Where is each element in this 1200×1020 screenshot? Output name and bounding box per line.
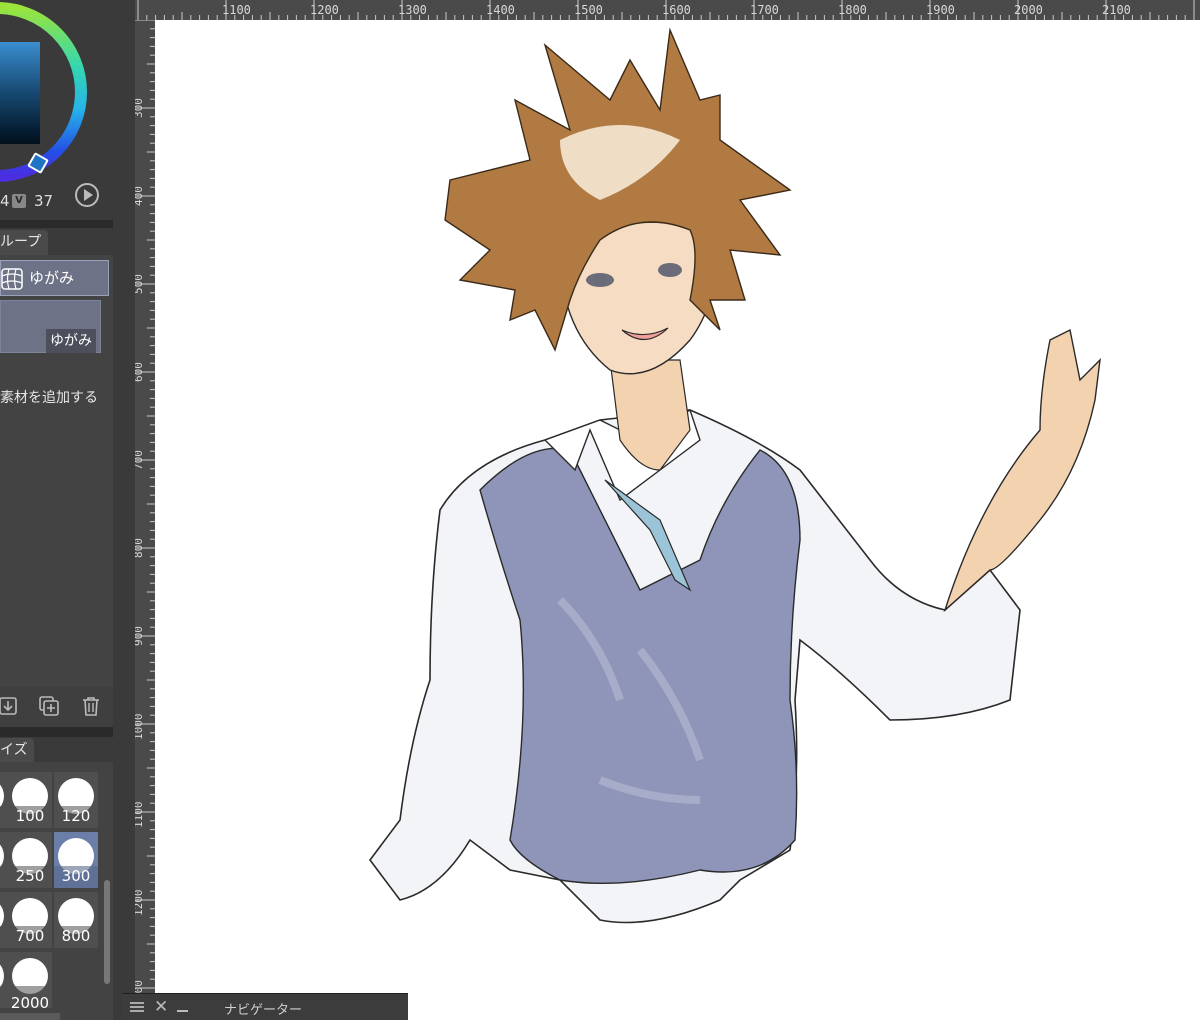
trash-icon[interactable] (80, 695, 102, 717)
brush-size-cell[interactable]: 700 (8, 892, 52, 948)
brush-panel-scrollbar[interactable] (104, 880, 110, 984)
ruler-label: 1800 (838, 3, 867, 17)
color-wheel-panel: 4 V 37 (0, 0, 113, 220)
brush-size-cell[interactable] (0, 892, 8, 948)
brush-shade (0, 806, 8, 828)
tab-layer[interactable]: ループ (0, 230, 48, 255)
brush-size-cell[interactable] (0, 952, 8, 1008)
bottom-scroll-strip[interactable] (0, 1013, 60, 1020)
minimize-icon[interactable] (177, 1010, 188, 1012)
brush-size-cell[interactable]: 250 (8, 832, 52, 888)
close-icon[interactable]: ✕ (154, 997, 168, 1017)
brush-size-label: 2000 (10, 994, 50, 1012)
brush-size-panel: 100 120 250 300 700 800 2000 (0, 762, 113, 1020)
ruler-label: 1200 (310, 3, 339, 17)
ruler-label: 900 (135, 626, 145, 646)
drawing-canvas[interactable] (155, 20, 1200, 1020)
panel-gutter (113, 0, 135, 1020)
ruler-ticks (135, 20, 155, 1015)
ruler-label: 1700 (750, 3, 779, 17)
panel-divider (0, 220, 113, 228)
warp-grid-icon (1, 268, 23, 290)
new-layer-icon[interactable] (38, 695, 60, 717)
panel-divider (0, 727, 113, 737)
brush-size-cell[interactable]: 800 (54, 892, 98, 948)
brush-size-cell[interactable]: 2000 (8, 952, 52, 1012)
layer-row-thumbnail[interactable]: ゆがみ (0, 300, 101, 353)
menu-icon[interactable] (130, 1002, 144, 1012)
ruler-label: 1200 (135, 889, 145, 917)
ruler-label: 2000 (1014, 3, 1043, 17)
navigator-panel-bar: ✕ ナビゲーター (122, 993, 408, 1020)
layer-row-warp[interactable]: ゆがみ (0, 260, 109, 296)
brush-size-label: 800 (61, 927, 91, 945)
brush-size-label: 700 (15, 927, 45, 945)
brush-size-label: 120 (61, 807, 91, 825)
value-badge: V (12, 194, 26, 208)
vertical-ruler: 300 400 500 600 700 800 900 1000 1100 12… (135, 20, 155, 1020)
ruler-label: 1900 (926, 3, 955, 17)
tab-brush-size[interactable]: イズ (0, 738, 34, 762)
brush-size-cell[interactable] (0, 772, 8, 828)
layer-panel: ゆがみ ゆがみ 素材を追加する (0, 255, 113, 687)
navigator-title: ナビゲーター (224, 1003, 303, 1018)
brush-size-label: 250 (15, 867, 45, 885)
horizontal-ruler: 1100 1200 1300 1400 1500 1600 1700 1800 … (135, 0, 1200, 20)
ruler-label: 1600 (662, 3, 691, 17)
ruler-label: 800 (135, 538, 145, 558)
add-material-link[interactable]: 素材を追加する (0, 387, 98, 407)
ruler-label: 2100 (1102, 3, 1131, 17)
ruler-label: 1300 (398, 3, 427, 17)
ruler-label: 400 (135, 186, 145, 206)
ruler-label: 600 (135, 362, 145, 382)
ruler-label: 1500 (574, 3, 603, 17)
brush-shade (0, 866, 8, 888)
layer-name: ゆがみ (29, 269, 75, 287)
layer-toolbar (0, 687, 113, 727)
ruler-label: 300 (135, 98, 145, 118)
left-panel: 4 V 37 ループ ゆがみ ゆがみ 素材を追加する イズ 100 120 25… (0, 0, 113, 1020)
artwork-illustration (369, 27, 1101, 924)
clip-studio-window: 4 V 37 ループ ゆがみ ゆがみ 素材を追加する イズ 100 120 25… (0, 0, 1200, 1020)
saturation-value-square[interactable] (0, 42, 40, 144)
ruler-label: 500 (135, 274, 145, 294)
brush-size-cell[interactable]: 120 (54, 772, 98, 828)
brush-size-label: 300 (61, 867, 91, 885)
brush-size-cell[interactable] (0, 832, 8, 888)
brush-size-cell-selected[interactable]: 300 (54, 832, 98, 888)
brush-shade (0, 986, 8, 1008)
ruler-label: 1100 (222, 3, 251, 17)
play-circle-icon[interactable] (75, 183, 99, 207)
ruler-label: 1400 (486, 3, 515, 17)
brush-size-label: 100 (15, 807, 45, 825)
brush-shade (0, 926, 8, 948)
hue-value: 4 (0, 192, 10, 210)
ruler-label: 1000 (135, 713, 145, 741)
value-number: 37 (34, 192, 54, 210)
layer-tag: ゆがみ (46, 329, 96, 353)
import-icon[interactable] (0, 695, 20, 717)
ruler-label: 1100 (135, 801, 145, 829)
ruler-label: 700 (135, 450, 145, 470)
brush-size-cell[interactable]: 100 (8, 772, 52, 828)
